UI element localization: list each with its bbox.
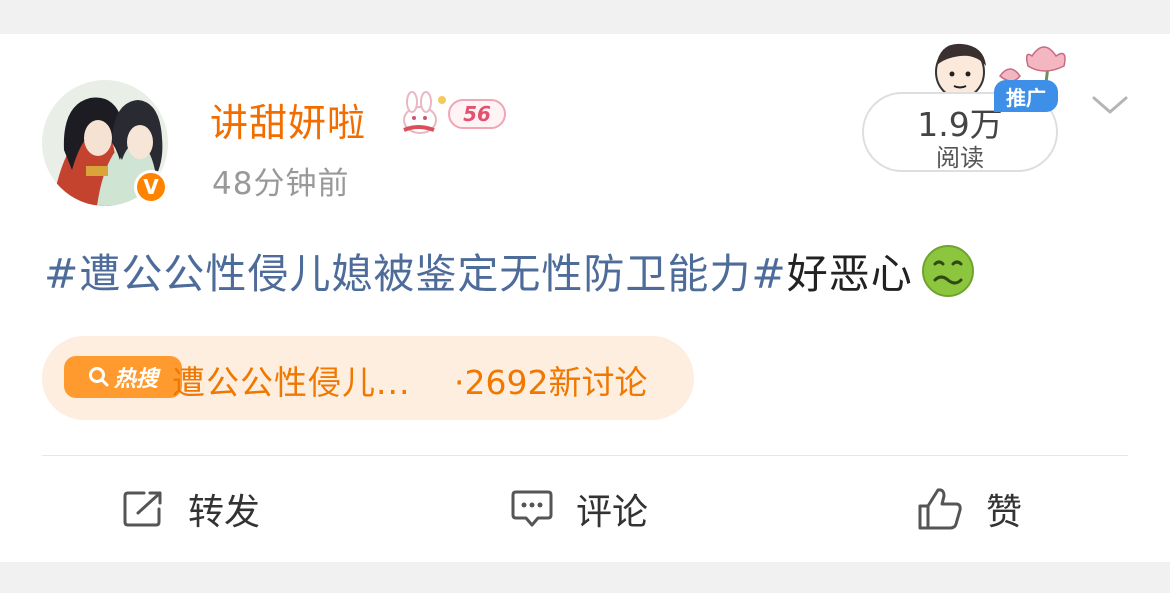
comment-button[interactable]: 评论 bbox=[510, 486, 649, 533]
hot-search-badge: 热搜 bbox=[64, 356, 182, 398]
repost-icon bbox=[123, 491, 162, 527]
bottom-gap bbox=[0, 562, 1170, 593]
bunny-medal-icon bbox=[398, 90, 454, 142]
post-content: #遭公公性侵儿媳被鉴定无性防卫能力#好恶心 bbox=[44, 240, 975, 308]
hot-search-topic: 遭公公性侵儿... bbox=[172, 363, 411, 402]
chevron-down-icon[interactable] bbox=[1090, 92, 1130, 122]
nauseated-face-emoji-icon bbox=[921, 244, 975, 308]
hot-search-pill[interactable]: 热搜 遭公公性侵儿... ·2692新讨论 bbox=[42, 336, 694, 420]
username[interactable]: 讲甜妍啦 bbox=[210, 92, 366, 147]
divider bbox=[42, 455, 1128, 456]
comment-label: 评论 bbox=[576, 492, 649, 533]
like-button[interactable]: 赞 bbox=[916, 486, 1023, 533]
repost-label: 转发 bbox=[188, 492, 261, 533]
hot-search-label: 热搜 bbox=[113, 367, 158, 392]
repost-button[interactable]: 转发 bbox=[122, 486, 261, 533]
post-text: 好恶心 bbox=[786, 250, 913, 298]
thumbs-up-icon bbox=[918, 488, 962, 530]
promo-tag: 推广 bbox=[994, 80, 1058, 112]
search-icon bbox=[88, 367, 109, 387]
comment-icon bbox=[511, 490, 553, 527]
hot-search-count: ·2692新讨论 bbox=[454, 363, 648, 402]
verified-badge-icon: V bbox=[134, 170, 168, 204]
level-badge: 56 bbox=[448, 99, 506, 129]
like-label: 赞 bbox=[986, 492, 1023, 533]
post-timestamp: 48分钟前 bbox=[212, 166, 350, 202]
hashtag-link[interactable]: #遭公公性侵儿媳被鉴定无性防卫能力# bbox=[44, 250, 787, 298]
read-label: 阅读 bbox=[936, 144, 984, 172]
